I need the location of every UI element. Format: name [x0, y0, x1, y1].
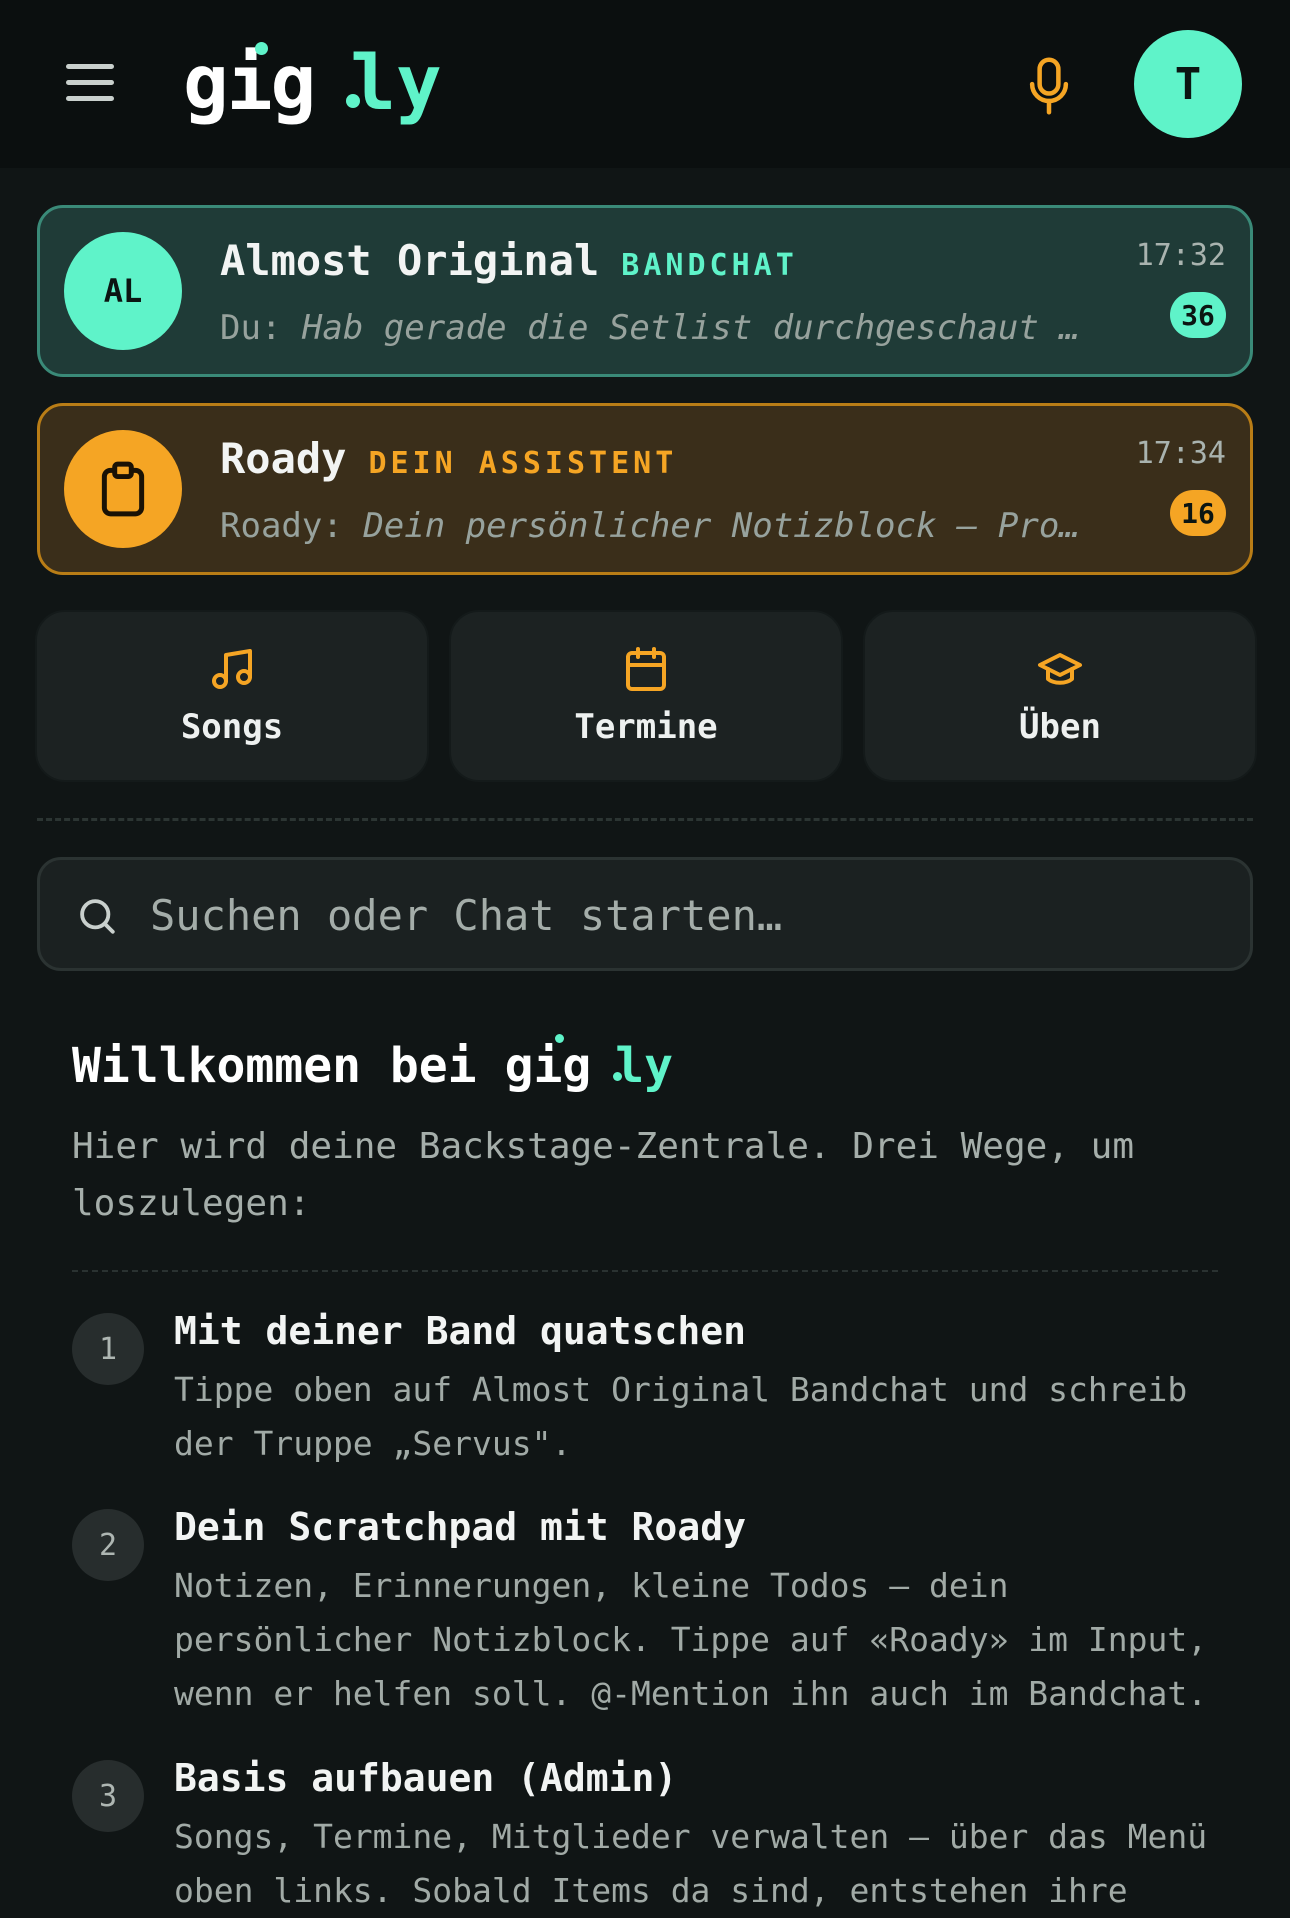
top-bar: gig ly T [0, 0, 1290, 168]
tile-label: Üben [1019, 707, 1101, 747]
unread-badge: 36 [1170, 292, 1226, 338]
welcome-heading: Willkommen bei gig ly [72, 1034, 674, 1094]
tile-ueben[interactable]: Üben [863, 610, 1257, 782]
step-title: Basis aufbauen (Admin) [174, 1756, 678, 1800]
welcome-logo-accent: ly [613, 1038, 674, 1094]
step-text: Notizen, Erinnerungen, kleine Todos — de… [174, 1566, 1208, 1713]
welcome-logo-main: gig [505, 1034, 591, 1094]
step-number: 3 [72, 1760, 144, 1832]
chat-name: Roady [220, 434, 347, 483]
search-input[interactable] [150, 880, 1210, 950]
quick-tiles: Songs Termine Üben [35, 610, 1257, 782]
chat-time: 17:34 [1135, 436, 1226, 471]
clipboard-icon [64, 430, 182, 548]
search-bar[interactable] [37, 857, 1253, 971]
tile-label: Songs [180, 707, 284, 747]
microphone-icon[interactable] [1026, 56, 1072, 116]
user-avatar[interactable]: T [1134, 30, 1242, 138]
tile-label: Termine [574, 707, 718, 747]
chat-tag: BANDCHAT [621, 248, 798, 283]
logo-accent: ly [346, 38, 442, 127]
music-note-icon [212, 649, 252, 689]
step-text: Tippe oben auf Almost Original Bandchat … [174, 1370, 1188, 1463]
divider [37, 818, 1253, 821]
chat-tag: DEIN ASSISTENT [368, 446, 678, 481]
step-text: Songs, Termine, Mitglieder verwalten — ü… [174, 1817, 1208, 1910]
step-number: 2 [72, 1509, 144, 1581]
chat-preview: Roady: Dein persönlicher Notizblock — Pr… [220, 506, 1080, 546]
step-title: Mit deiner Band quatschen [174, 1309, 746, 1353]
chat-item-roady[interactable]: Roady DEIN ASSISTENT Roady: Dein persönl… [37, 403, 1253, 575]
welcome-title: Willkommen bei [72, 1038, 477, 1094]
chat-time: 17:32 [1135, 238, 1226, 273]
chat-avatar: AL [64, 232, 182, 350]
menu-icon[interactable] [66, 64, 114, 104]
step-title: Dein Scratchpad mit Roady [174, 1505, 746, 1549]
divider [72, 1270, 1218, 1272]
step-number: 1 [72, 1313, 144, 1385]
logo-main: gig [183, 38, 316, 127]
app-logo[interactable]: gig ly [183, 38, 442, 134]
tile-termine[interactable]: Termine [449, 610, 843, 782]
calendar-icon [626, 647, 666, 691]
welcome-intro: Hier wird deine Backstage-Zentrale. Drei… [72, 1126, 1135, 1224]
chat-name: Almost Original [220, 236, 600, 285]
chat-preview: Du: Hab gerade die Setlist durchgeschaut… [220, 308, 1080, 348]
unread-badge: 16 [1170, 490, 1226, 536]
tile-songs[interactable]: Songs [35, 610, 429, 782]
search-icon [80, 899, 115, 934]
graduation-cap-icon [1038, 653, 1082, 685]
chat-item-bandchat[interactable]: AL Almost Original BANDCHAT Du: Hab gera… [37, 205, 1253, 377]
